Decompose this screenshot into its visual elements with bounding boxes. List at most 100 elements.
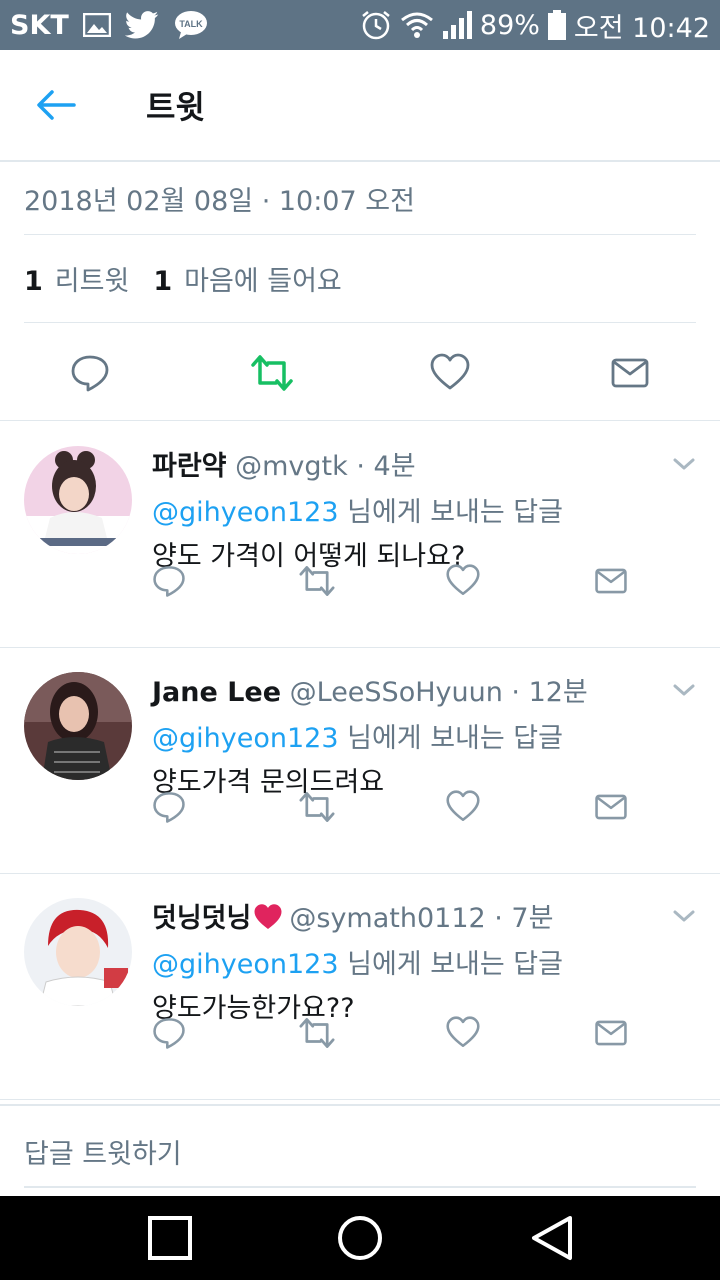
battery-icon xyxy=(547,10,566,40)
back-arrow-icon xyxy=(37,90,76,120)
compose-reply-input[interactable]: 답글 트윗하기 xyxy=(24,1132,182,1171)
like-count: 1 xyxy=(153,266,173,297)
battery-percent: 89% xyxy=(479,9,540,41)
retweet-button[interactable] xyxy=(298,790,335,824)
retweet-icon xyxy=(299,792,335,822)
tweet-menu-button[interactable] xyxy=(672,678,696,702)
reply-button[interactable] xyxy=(152,790,186,824)
chevron-down-icon xyxy=(673,910,695,922)
reply-header: Jane Lee @LeeSSoHyuun · 12분 xyxy=(152,670,588,709)
reply-header: 덧닝덧닝 @symath0112 · 7분 xyxy=(152,896,553,935)
reply-author-name[interactable]: Jane Lee xyxy=(152,677,281,708)
envelope-icon xyxy=(595,568,627,594)
page-title: 트윗 xyxy=(146,88,205,126)
heart-icon xyxy=(446,564,480,596)
avatar[interactable] xyxy=(24,672,132,780)
retweet-button[interactable] xyxy=(298,564,335,598)
reply-tweet[interactable]: Jane Lee @LeeSSoHyuun · 12분 @gihyeon123 … xyxy=(0,648,720,874)
tweet-menu-button[interactable] xyxy=(672,452,696,476)
retweet-button[interactable] xyxy=(298,1016,335,1050)
compose-underline xyxy=(24,1186,696,1188)
like-count-label: 마음에 들어요 xyxy=(184,266,342,297)
mention-link[interactable]: @gihyeon123 xyxy=(152,949,339,980)
retweet-count-link[interactable]: 1 리트윗 xyxy=(24,259,129,298)
kakaotalk-label: TALK xyxy=(179,19,203,29)
retweet-icon xyxy=(251,355,293,391)
home-button[interactable] xyxy=(336,1214,384,1262)
reply-context: @gihyeon123 님에게 보내는 답글 xyxy=(152,490,563,529)
share-dm-button[interactable] xyxy=(610,353,650,393)
tweet-timestamp: 2018년 02월 08일 · 10:07 오전 xyxy=(24,163,696,235)
avatar[interactable] xyxy=(24,898,132,1006)
image-icon xyxy=(82,13,111,37)
share-dm-button[interactable] xyxy=(594,564,628,598)
reply-button[interactable] xyxy=(70,353,110,393)
back-button[interactable] xyxy=(0,49,112,161)
avatar[interactable] xyxy=(24,446,132,554)
clock-time: 오전 10:42 xyxy=(573,12,710,44)
envelope-icon xyxy=(611,358,649,388)
reply-context: @gihyeon123 님에게 보내는 답글 xyxy=(152,942,563,981)
reply-header: 파란약 @mvgtk · 4분 xyxy=(152,444,416,483)
reply-context-suffix: 님에게 보내는 답글 xyxy=(338,497,563,528)
chevron-down-icon xyxy=(673,684,695,696)
carrier-label: SKT xyxy=(10,9,69,41)
reply-author-name[interactable]: 파란약 xyxy=(152,451,227,482)
retweet-icon xyxy=(299,1018,335,1048)
circle-icon xyxy=(338,1216,382,1260)
mention-link[interactable]: @gihyeon123 xyxy=(152,497,339,528)
retweet-count-label: 리트윗 xyxy=(54,266,130,297)
reply-button[interactable] xyxy=(152,564,186,598)
red-heart-emoji-icon xyxy=(253,903,283,931)
like-button[interactable] xyxy=(446,564,480,598)
retweet-button[interactable] xyxy=(250,353,293,393)
status-bar: SKT TALK 89% 오전 10:42 xyxy=(0,0,720,50)
android-nav-bar xyxy=(0,1196,720,1280)
tweet-counts: 1 리트윗 1 마음에 들어요 xyxy=(24,235,696,323)
share-dm-button[interactable] xyxy=(594,790,628,824)
chevron-down-icon xyxy=(673,458,695,470)
reply-context: @gihyeon123 님에게 보내는 답글 xyxy=(152,716,563,755)
reply-author-handle: @symath0112 · 7분 xyxy=(289,903,554,934)
like-button[interactable] xyxy=(446,1016,480,1050)
retweet-count: 1 xyxy=(24,266,43,297)
app-bar: 트윗 xyxy=(0,50,720,162)
square-icon xyxy=(148,1216,192,1260)
reply-tweet[interactable]: 덧닝덧닝 @symath0112 · 7분 @gihyeon123 님에게 보내는… xyxy=(0,874,720,1100)
tweet-action-bar xyxy=(0,325,720,421)
compose-reply-bar: 답글 트윗하기 xyxy=(0,1104,720,1194)
reply-context-suffix: 님에게 보내는 답글 xyxy=(338,949,563,980)
like-count-link[interactable]: 1 마음에 들어요 xyxy=(153,259,341,298)
reply-author-handle: @LeeSSoHyuun · 12분 xyxy=(289,677,588,708)
twitter-bird-icon xyxy=(124,11,159,39)
reply-tweet[interactable]: 파란약 @mvgtk · 4분 @gihyeon123 님에게 보내는 답글 양… xyxy=(0,422,720,648)
share-dm-button[interactable] xyxy=(594,1016,628,1050)
recents-button[interactable] xyxy=(146,1214,194,1262)
reply-icon xyxy=(71,355,109,392)
mention-link[interactable]: @gihyeon123 xyxy=(152,723,339,754)
signal-icon xyxy=(442,11,472,39)
back-nav-button[interactable] xyxy=(528,1214,576,1262)
reply-author-handle: @mvgtk · 4분 xyxy=(235,451,416,482)
kakaotalk-icon: TALK xyxy=(173,10,209,40)
envelope-icon xyxy=(595,794,627,820)
heart-icon xyxy=(446,790,480,822)
reply-icon xyxy=(153,792,185,823)
heart-icon xyxy=(446,1016,480,1048)
heart-icon xyxy=(430,353,470,390)
envelope-icon xyxy=(595,1020,627,1046)
reply-icon xyxy=(153,566,185,597)
retweet-icon xyxy=(299,566,335,596)
reply-author-name[interactable]: 덧닝덧닝 xyxy=(152,903,251,934)
tweet-meta: 2018년 02월 08일 · 10:07 오전 1 리트윗 1 마음에 들어요 xyxy=(24,163,696,323)
like-button[interactable] xyxy=(430,353,470,393)
reply-text: 양도가격 문의드려요 xyxy=(152,767,385,798)
triangle-back-icon xyxy=(532,1216,572,1260)
tweet-menu-button[interactable] xyxy=(672,904,696,928)
like-button[interactable] xyxy=(446,790,480,824)
alarm-icon xyxy=(360,9,392,41)
reply-button[interactable] xyxy=(152,1016,186,1050)
reply-context-suffix: 님에게 보내는 답글 xyxy=(338,723,563,754)
wifi-icon xyxy=(400,11,434,39)
reply-icon xyxy=(153,1018,185,1049)
